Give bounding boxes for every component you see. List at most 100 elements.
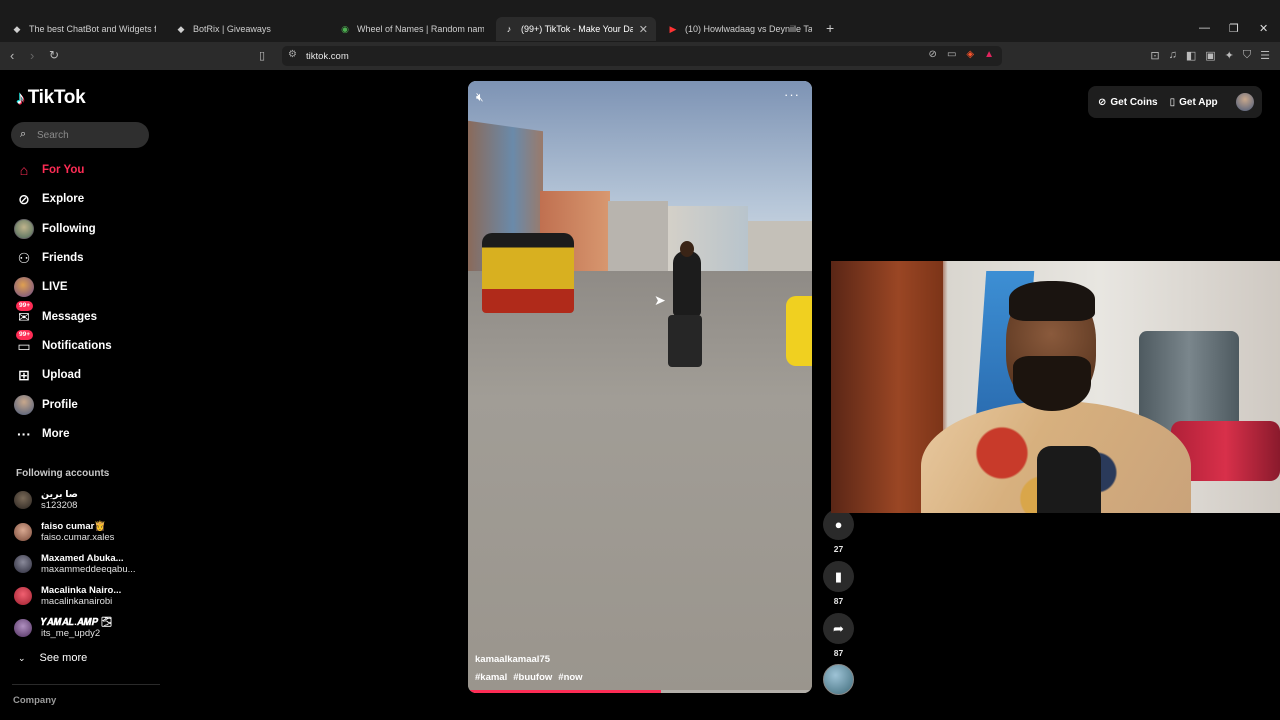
video-author[interactable]: kamaalkamaal75	[475, 654, 550, 665]
tab-close-icon[interactable]: ✕	[633, 23, 648, 36]
avatar	[14, 587, 32, 605]
browser-tab-wheel-of-names[interactable]: ◉ Wheel of Names | Random name pic	[332, 17, 492, 41]
get-coins-button[interactable]: ⊘ Get Coins	[1098, 97, 1158, 108]
following-account-item[interactable]: 𝒀𝑨𝑴𝑨𝑳.𝑨𝑴𝑷 🌫 its_me_updy2	[14, 615, 113, 641]
bookmark-button[interactable]: ▮	[823, 561, 854, 592]
comment-button[interactable]: ●	[823, 509, 854, 540]
tab-search-icon[interactable]: ⊡	[1150, 49, 1159, 62]
nav-label: Explore	[42, 193, 85, 205]
nav-item-following[interactable]: Following	[14, 218, 96, 240]
friends-icon: ⚇	[17, 249, 31, 266]
leo-ai-icon[interactable]: ✦	[1225, 49, 1234, 62]
following-avatar-icon	[14, 219, 34, 239]
window-close-icon[interactable]: ✕	[1259, 22, 1268, 35]
get-app-button[interactable]: ▯ Get App	[1170, 97, 1218, 108]
hashtag-link[interactable]: #kamal	[475, 672, 507, 683]
tab-label: The best ChatBot and Widgets for Ki	[29, 24, 156, 34]
see-more-label: See more	[39, 652, 88, 664]
creator-avatar[interactable]	[823, 664, 854, 695]
address-bar[interactable]: ⚙ tiktok.com ⊘ ▭ ◈ ▲	[282, 46, 1002, 66]
nav-label: Messages	[42, 311, 97, 323]
messages-glyph: ✉	[18, 308, 30, 325]
bookmark-outline-icon[interactable]: ▯	[259, 49, 265, 62]
upload-icon: ⊞	[18, 366, 30, 383]
webcam-microphone	[1037, 446, 1101, 513]
minimize-icon[interactable]: —	[1199, 22, 1210, 34]
nav-label: Following	[42, 223, 96, 235]
forward-arrow-icon[interactable]: ›	[30, 48, 34, 63]
extension-icons: ⊡ ♫ ◧ ▣ ✦ ⛉ ☰	[1150, 49, 1270, 62]
nav-item-profile[interactable]: Profile	[14, 394, 78, 416]
browser-toolbar: ‹ › ↻ ▯ ⚙ tiktok.com ⊘ ▭ ◈ ▲ ⊡ ♫ ◧ ▣ ✦ ⛉…	[0, 42, 1280, 70]
video-rickshaw	[482, 233, 574, 313]
following-account-item[interactable]: صا برين s123208	[14, 487, 78, 513]
brave-shield-icon[interactable]: ◈	[966, 49, 974, 60]
new-tab-plus-icon[interactable]: +	[826, 20, 834, 36]
nav-item-live[interactable]: LIVE	[14, 276, 68, 298]
search-input[interactable]: ⌕ Search	[11, 122, 149, 148]
video-more-dots-icon[interactable]: ···	[784, 87, 800, 102]
profile-avatar-icon	[14, 395, 34, 415]
vpn-shield-icon[interactable]: ⛉	[1243, 49, 1251, 62]
phone-icon: ▯	[1169, 96, 1176, 108]
volume-muted-icon[interactable]: 🔇︎	[476, 90, 484, 105]
tiktok-logo-icon: ♪	[16, 87, 25, 108]
nav-item-explore[interactable]: ⊘ Explore	[14, 188, 84, 210]
following-account-item[interactable]: faiso cumar👸 faiso.cumar.xales	[14, 519, 114, 545]
botrix-favicon-icon: ◆	[177, 23, 185, 34]
wheel-favicon-icon: ◉	[341, 23, 349, 34]
tab-label: (10) Howlwadaag vs Deyniile Tartank	[685, 24, 812, 34]
browser-tab-tiktok[interactable]: ♪ (99+) TikTok - Make Your Day ✕	[496, 17, 656, 41]
live-avatar-icon	[14, 277, 34, 297]
get-coins-label: Get Coins	[1110, 96, 1158, 108]
no-translate-icon[interactable]: ⊘	[929, 49, 937, 60]
video-player[interactable]: 🔇︎ ··· kamaalkamaal75 #kamal #buufow #no…	[468, 81, 812, 693]
restore-icon[interactable]: ❐	[1229, 22, 1239, 35]
webcam-hair	[1009, 281, 1095, 321]
avatar	[14, 491, 32, 509]
wallet-icon[interactable]: ▣	[1205, 49, 1215, 62]
video-person-legs	[668, 315, 702, 367]
home-icon: ⌂	[19, 162, 29, 178]
tiktok-logo[interactable]: ♪ TikTok	[16, 87, 86, 109]
video-progress-fill	[468, 690, 661, 693]
video-bystander	[786, 296, 812, 366]
nav-item-upload[interactable]: ⊞ Upload	[14, 364, 81, 386]
brave-rewards-icon[interactable]: ▲	[984, 49, 994, 60]
see-more-button[interactable]: ⌄ See more	[18, 652, 87, 664]
account-username: macalinkanairobi	[41, 595, 113, 607]
back-arrow-icon[interactable]: ‹	[10, 48, 14, 63]
nav-label: Notifications	[42, 340, 112, 352]
following-account-item[interactable]: Maxamed Abuka... maxammeddeeqabu...	[14, 551, 136, 577]
nav-item-more[interactable]: ··· More	[14, 423, 69, 445]
account-username: its_me_updy2	[41, 627, 101, 639]
nav-item-for-you[interactable]: ⌂ For You	[14, 159, 85, 181]
nav-item-messages[interactable]: ✉ 99+ Messages	[14, 301, 97, 328]
reload-icon[interactable]: ↻	[49, 48, 59, 62]
media-icon[interactable]: ♫	[1169, 49, 1177, 62]
company-link[interactable]: Company	[13, 695, 56, 706]
messages-icon: ✉ 99+	[14, 301, 34, 327]
nav-item-notifications[interactable]: ▭ 99+ Notifications	[14, 330, 112, 357]
nav-label: More	[42, 428, 70, 440]
video-person-head	[680, 241, 694, 257]
menu-icon[interactable]: ☰	[1260, 49, 1270, 62]
compass-icon: ⊘	[18, 190, 30, 207]
browser-tab-youtube[interactable]: ▶ (10) Howlwadaag vs Deyniile Tartank	[660, 17, 820, 41]
hashtag-link[interactable]: #now	[558, 672, 582, 683]
user-avatar[interactable]	[1235, 93, 1254, 111]
cast-icon[interactable]: ▭	[947, 49, 956, 60]
tiktok-favicon-icon: ♪	[506, 24, 512, 34]
video-progress-bar[interactable]	[468, 690, 812, 693]
tab-label: BotRix | Giveaways	[193, 24, 271, 34]
following-account-item[interactable]: Macalinka Nairo... macalinkanairobi	[14, 583, 121, 609]
browser-tab-botrix[interactable]: ◆ BotRix | Giveaways	[168, 17, 328, 41]
hashtag-link[interactable]: #buufow	[513, 672, 552, 683]
site-info-icon[interactable]: ⚙	[288, 49, 297, 60]
avatar	[14, 619, 32, 637]
browser-tab-chatbot[interactable]: ◆ The best ChatBot and Widgets for Ki	[4, 17, 164, 41]
avatar	[14, 523, 32, 541]
nav-item-friends[interactable]: ⚇ Friends	[14, 247, 84, 269]
sidebar-icon[interactable]: ◧	[1186, 49, 1196, 62]
share-button[interactable]: ➦	[823, 613, 854, 644]
